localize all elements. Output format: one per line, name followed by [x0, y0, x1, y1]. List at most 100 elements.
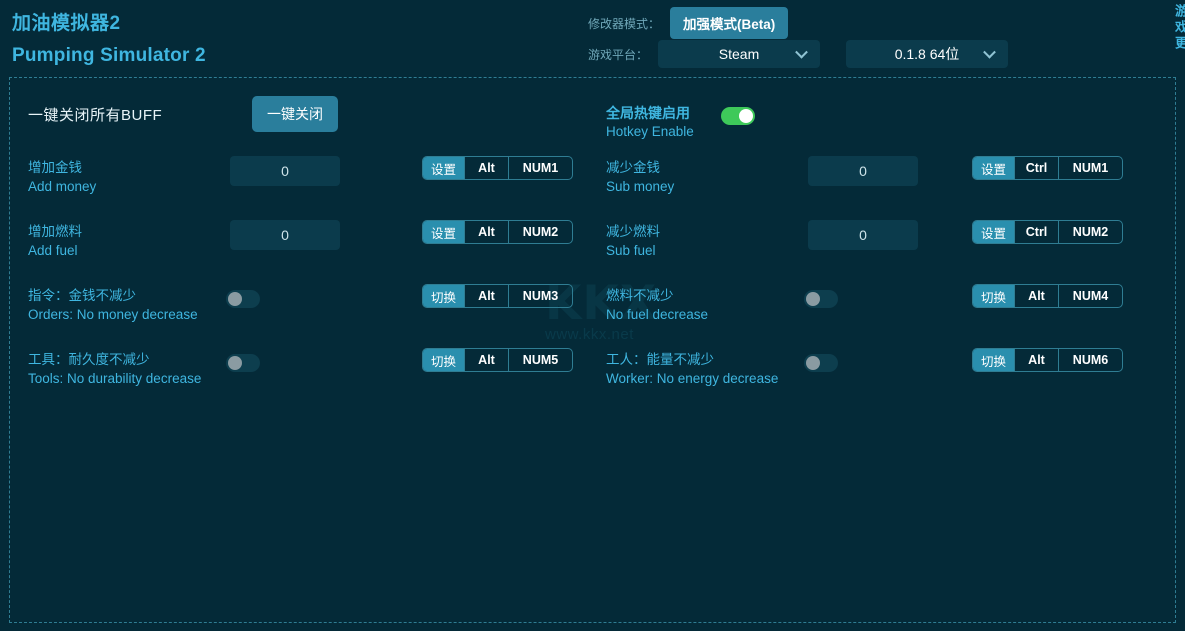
chevron-down-icon [983, 45, 996, 59]
hotkey-action-button[interactable]: 设置 [973, 221, 1015, 243]
cheat-value-input[interactable] [808, 156, 918, 186]
hotkey-main-key[interactable]: NUM4 [1058, 285, 1122, 307]
game-platform-label: 游戏平台： [588, 47, 649, 62]
hotkey-group: 设置 Alt NUM1 [422, 156, 574, 180]
hotkey-enable-toggle[interactable] [720, 107, 755, 125]
cheat-label: 燃料不减少 No fuel decrease [606, 286, 806, 324]
hotkey-enable-text: 全局热键启用 Hotkey Enable [606, 104, 694, 141]
trainer-mode-label: 修改器模式： [588, 16, 661, 31]
hotkey-modifier-key[interactable]: Alt [464, 349, 508, 371]
cheat-label: 工人：能量不减少 Worker: No energy decrease [606, 350, 806, 388]
cheat-cell: 工具：耐久度不减少 Tools: No durability decrease 切换… [28, 340, 608, 404]
disable-all-buffs-label: 一键关闭所有BUFF [28, 107, 163, 124]
page-title-en: Pumping Simulator 2 [12, 45, 206, 66]
cheat-label: 工具：耐久度不减少 Tools: No durability decrease [28, 350, 228, 388]
cheat-label-cn: 工人：能量不减少 [606, 352, 714, 367]
cheat-label-cn: 减少金钱 [606, 160, 660, 175]
cheat-row: 增加金钱Add money设置AltNUM1减少金钱Sub money设置Ctr… [10, 148, 1175, 212]
hotkey-group: 设置 Ctrl NUM1 [972, 156, 1124, 180]
cheat-label-cn: 指令：金钱不减少 [28, 288, 136, 303]
cheat-cell: 减少燃料 Sub fuel 设置CtrlNUM2 [606, 212, 1166, 276]
cheat-value-input[interactable] [230, 220, 340, 250]
hotkey-group: 切换 Alt NUM3 [422, 284, 574, 308]
cheat-value-input[interactable] [808, 220, 918, 250]
cheat-cell: 工人：能量不减少 Worker: No energy decrease 切换 Alt N… [606, 340, 1166, 404]
right-strip-label: 游戏更 [1174, 4, 1185, 52]
hotkey-group: 设置 Ctrl NUM2 [972, 220, 1124, 244]
cheat-label-en: Sub fuel [606, 243, 656, 258]
cheat-row: 指令：金钱不减少 Orders: No money decrease 切换 Alt NU… [10, 276, 1175, 340]
platform-select[interactable]: Steam [658, 40, 821, 68]
cheat-label-cn: 减少燃料 [606, 224, 660, 239]
hotkey-action-button[interactable]: 切换 [423, 285, 465, 307]
hotkey-modifier-key[interactable]: Alt [1014, 285, 1058, 307]
cheat-value-input[interactable] [230, 156, 340, 186]
hotkey-action-button[interactable]: 切换 [973, 285, 1015, 307]
cheat-label: 增加金钱 Add money [28, 158, 228, 196]
hotkey-modifier-key[interactable]: Ctrl [1014, 221, 1058, 243]
cheat-label-cn: 增加金钱 [28, 160, 82, 175]
trainer-mode-button[interactable]: 加强模式(Beta) [670, 7, 789, 39]
hotkey-main-key[interactable]: NUM3 [508, 285, 572, 307]
hotkey-group: 切换 Alt NUM5 [422, 348, 574, 372]
cheat-panel: 一键关闭所有BUFF 一键关闭 全局热键启用 Hotkey Enable 增加金… [9, 77, 1176, 623]
app-header: 加油模拟器2 Pumping Simulator 2 修改器模式： 加强模式(B… [0, 0, 1185, 77]
hotkey-group: 切换 Alt NUM4 [972, 284, 1124, 308]
hotkey-modifier-key[interactable]: Alt [1014, 349, 1058, 371]
cheat-label-cn: 工具：耐久度不减少 [28, 352, 150, 367]
hotkey-modifier-key[interactable]: Alt [464, 285, 508, 307]
trainer-mode-field: 修改器模式： 加强模式(Beta) [588, 7, 789, 39]
hotkey-main-key[interactable]: NUM1 [1058, 157, 1122, 179]
hotkey-enable-label-en: Hotkey Enable [606, 124, 694, 139]
cheat-cell: 减少金钱 Sub money 设置CtrlNUM1 [606, 148, 1166, 212]
hotkey-main-key[interactable]: NUM5 [508, 349, 572, 371]
cheat-toggle[interactable] [804, 290, 838, 308]
cheat-label-en: Add fuel [28, 243, 78, 258]
cheat-label-cn: 增加燃料 [28, 224, 82, 239]
hotkey-modifier-key[interactable]: Alt [464, 221, 508, 243]
game-platform-field: 游戏平台： Steam 0.1.8 64位 [588, 40, 1009, 68]
cheat-row: 增加燃料Add fuel设置AltNUM2减少燃料Sub fuel设置CtrlN… [10, 212, 1175, 276]
hotkey-main-key[interactable]: NUM1 [508, 157, 572, 179]
hotkey-group: 切换 Alt NUM6 [972, 348, 1124, 372]
hotkey-action-button[interactable]: 设置 [973, 157, 1015, 179]
hotkey-main-key[interactable]: NUM6 [1058, 349, 1122, 371]
cheat-rows: 增加金钱Add money设置AltNUM1减少金钱Sub money设置Ctr… [10, 148, 1175, 404]
cheat-cell: 指令：金钱不减少 Orders: No money decrease 切换 Alt NU… [28, 276, 608, 340]
version-select[interactable]: 0.1.8 64位 [846, 40, 1009, 68]
hotkey-group: 设置 Alt NUM2 [422, 220, 574, 244]
disable-all-buffs-button[interactable]: 一键关闭 [252, 96, 338, 132]
cheat-toggle[interactable] [804, 354, 838, 372]
cheat-label: 减少燃料 Sub fuel [606, 222, 806, 260]
cheat-cell: 增加燃料 Add fuel 设置AltNUM2 [28, 212, 608, 276]
hotkey-enable-label-cn: 全局热键启用 [606, 105, 690, 121]
hotkey-enable-block: 全局热键启用 Hotkey Enable [606, 104, 755, 141]
cheat-label-cn: 燃料不减少 [606, 288, 674, 303]
hotkey-modifier-key[interactable]: Ctrl [1014, 157, 1058, 179]
chevron-down-icon [795, 45, 808, 59]
right-edge-strip: 游戏更 [1174, 0, 1185, 631]
platform-select-value: Steam [718, 46, 760, 62]
cheat-label: 减少金钱 Sub money [606, 158, 806, 196]
hotkey-modifier-key[interactable]: Alt [464, 157, 508, 179]
toggle-knob [228, 356, 242, 370]
cheat-row: 工具：耐久度不减少 Tools: No durability decrease 切换… [10, 340, 1175, 404]
cheat-label-en: Sub money [606, 179, 675, 194]
cheat-label-en: Tools: No durability decrease [28, 371, 202, 386]
cheat-toggle[interactable] [226, 290, 260, 308]
toggle-knob [228, 292, 242, 306]
cheat-cell: 燃料不减少 No fuel decrease 切换 Alt NUM4 [606, 276, 1166, 340]
cheat-label: 增加燃料 Add fuel [28, 222, 228, 260]
hotkey-action-button[interactable]: 切换 [423, 349, 465, 371]
hotkey-main-key[interactable]: NUM2 [508, 221, 572, 243]
hotkey-action-button[interactable]: 设置 [423, 221, 465, 243]
hotkey-action-button[interactable]: 设置 [423, 157, 465, 179]
cheat-label-en: Add money [28, 179, 97, 194]
disable-all-buffs-row: 一键关闭所有BUFF 一键关闭 全局热键启用 Hotkey Enable [10, 90, 1175, 140]
cheat-label: 指令：金钱不减少 Orders: No money decrease [28, 286, 228, 324]
cheat-label-en: Worker: No energy decrease [606, 371, 779, 386]
hotkey-main-key[interactable]: NUM2 [1058, 221, 1122, 243]
toggle-knob [806, 292, 820, 306]
cheat-toggle[interactable] [226, 354, 260, 372]
hotkey-action-button[interactable]: 切换 [973, 349, 1015, 371]
